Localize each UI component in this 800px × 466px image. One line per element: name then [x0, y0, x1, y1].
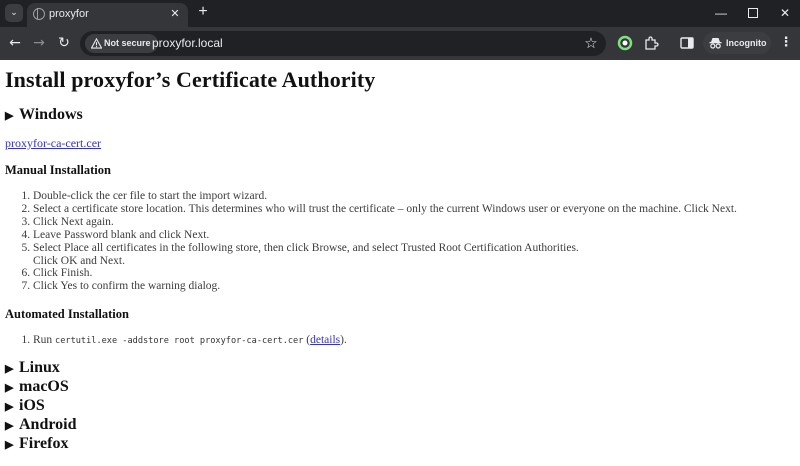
triangle-right-icon: ▶ [5, 420, 14, 432]
paren-close: ). [340, 334, 347, 346]
warning-icon [91, 38, 102, 49]
section-firefox-label: Firefox [19, 435, 69, 452]
tab-title: proxyfor [49, 8, 89, 20]
manual-installation-heading: Manual Installation [5, 163, 111, 177]
side-panel-icon[interactable] [679, 35, 695, 51]
section-android[interactable]: ▶ Android [5, 416, 77, 434]
list-item: Double-click the cer file to start the i… [33, 190, 737, 203]
extensions-puzzle-icon[interactable] [643, 35, 659, 51]
section-ios[interactable]: ▶ iOS [5, 397, 45, 415]
browser-menu-button[interactable]: ⋮ [778, 35, 794, 51]
more-vertical-icon: ⋮ [779, 35, 793, 50]
reload-icon: ↻ [58, 35, 70, 51]
back-button[interactable]: ← [6, 34, 24, 52]
maximize-button[interactable] [743, 4, 763, 22]
step-text-continued: Click OK and Next. [33, 254, 125, 267]
security-label: Not secure [104, 38, 151, 48]
close-window-button[interactable]: ✕ [775, 4, 795, 22]
details-link[interactable]: details [310, 334, 340, 346]
certutil-command: certutil.exe -addstore root proxyfor-ca-… [55, 336, 304, 346]
automated-installation-heading: Automated Installation [5, 307, 129, 321]
globe-icon [33, 8, 45, 20]
tab-search-button[interactable]: ⌄ [5, 4, 23, 22]
arrow-right-icon: → [33, 35, 45, 51]
automated-steps-list: Run certutil.exe -addstore root proxyfor… [0, 334, 347, 348]
incognito-label: Incognito [726, 38, 767, 48]
section-linux[interactable]: ▶ Linux [5, 359, 60, 377]
chevron-down-icon: ⌄ [10, 8, 18, 18]
bookmark-star-icon[interactable]: ☆ [582, 34, 600, 52]
new-tab-button[interactable]: + [195, 4, 211, 20]
triangle-right-icon: ▶ [5, 401, 14, 413]
list-item: Click Finish. [33, 267, 737, 280]
security-indicator[interactable]: Not secure [85, 34, 158, 53]
list-item: Run certutil.exe -addstore root proxyfor… [33, 334, 347, 348]
browser-toolbar: ← → ↻ Not secure proxyfor.local ☆ Incogn… [0, 27, 800, 60]
section-windows-label: Windows [19, 106, 83, 123]
triangle-right-icon: ▶ [5, 110, 14, 122]
manual-steps-list: Double-click the cer file to start the i… [0, 190, 737, 293]
page-title: Install proxyfor’s Certificate Authority [5, 67, 376, 92]
tab-strip: ⌄ proxyfor ✕ + — ✕ [0, 0, 800, 27]
step-prefix: Run [33, 334, 53, 346]
triangle-right-icon: ▶ [5, 363, 14, 375]
close-tab-button[interactable]: ✕ [168, 7, 182, 21]
list-item: Select Place all certificates in the fol… [33, 242, 737, 268]
minimize-button[interactable]: — [711, 4, 731, 22]
maximize-icon [748, 8, 758, 18]
triangle-right-icon: ▶ [5, 439, 14, 451]
step-text: Select Place all certificates in the fol… [33, 241, 579, 254]
list-item: Leave Password blank and click Next. [33, 229, 737, 242]
section-windows[interactable]: ▶ Windows [5, 106, 83, 124]
section-macos[interactable]: ▶ macOS [5, 378, 69, 396]
reload-button[interactable]: ↻ [55, 34, 73, 52]
extension-green-icon[interactable] [617, 35, 633, 51]
list-item: Select a certificate store location. Thi… [33, 203, 737, 216]
list-item: Click Next again. [33, 216, 737, 229]
triangle-right-icon: ▶ [5, 382, 14, 394]
cert-download-link[interactable]: proxyfor-ca-cert.cer [5, 136, 101, 151]
url-text[interactable]: proxyfor.local [152, 36, 223, 50]
page-content: Install proxyfor’s Certificate Authority… [0, 60, 800, 466]
incognito-button[interactable]: Incognito [703, 32, 771, 54]
list-item: Click Yes to confirm the warning dialog. [33, 280, 737, 293]
forward-button[interactable]: → [30, 34, 48, 52]
section-android-label: Android [19, 416, 77, 433]
arrow-left-icon: ← [9, 35, 21, 51]
incognito-icon [709, 38, 722, 49]
section-macos-label: macOS [19, 378, 69, 395]
browser-tab[interactable]: proxyfor ✕ [27, 3, 188, 27]
address-bar[interactable]: Not secure proxyfor.local ☆ [80, 31, 606, 56]
section-ios-label: iOS [19, 397, 45, 414]
section-linux-label: Linux [19, 359, 60, 376]
section-firefox[interactable]: ▶ Firefox [5, 435, 68, 453]
